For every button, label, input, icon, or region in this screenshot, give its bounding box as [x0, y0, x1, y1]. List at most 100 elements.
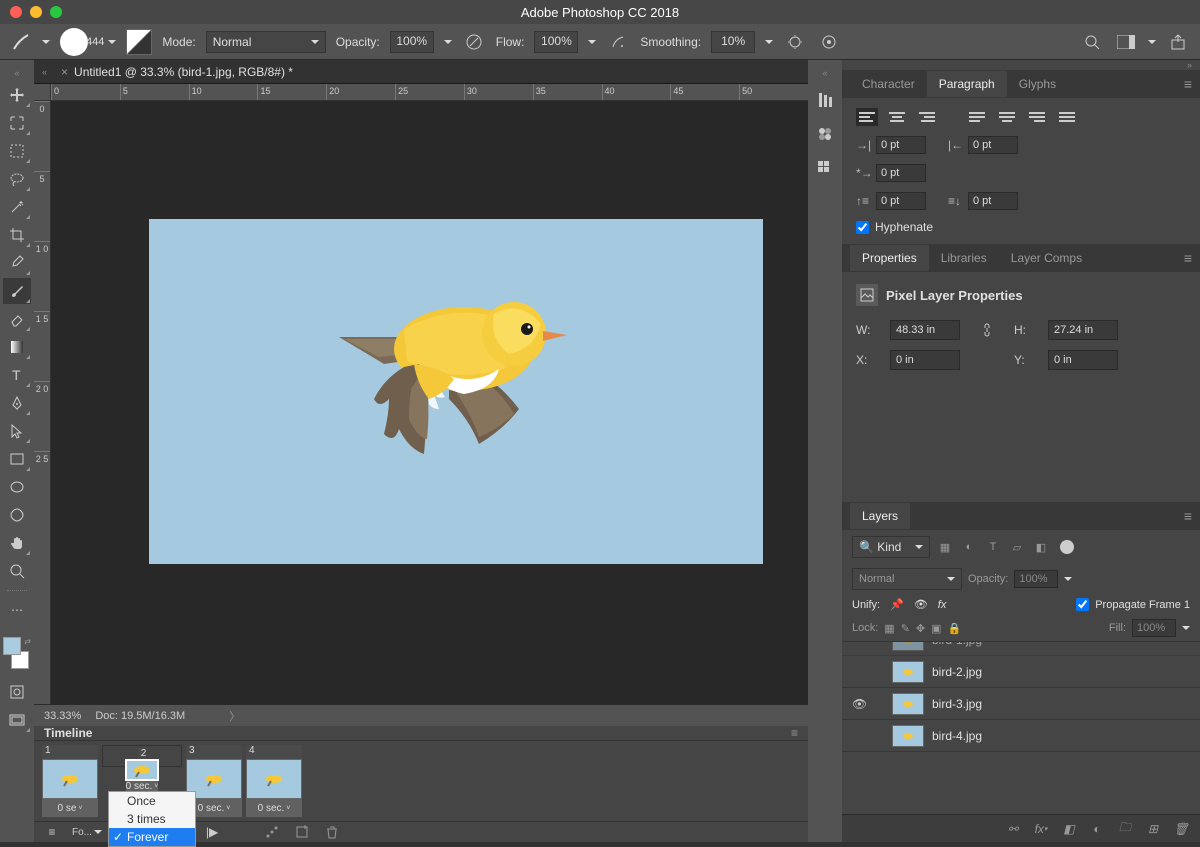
move-tool[interactable] [3, 82, 31, 108]
x-input[interactable] [890, 350, 960, 370]
timeline-frame[interactable]: 20 sec.˅ [102, 745, 182, 767]
layer-thumbnail[interactable] [892, 641, 924, 651]
smoothing-input[interactable]: 10% [711, 31, 755, 53]
loop-option-forever[interactable]: Forever [109, 828, 195, 846]
collapse-right-panels[interactable]: » [842, 60, 1200, 70]
justify-right-icon[interactable] [1026, 108, 1048, 126]
workspace-dropdown[interactable] [1148, 40, 1156, 44]
space-after-input[interactable] [968, 192, 1018, 210]
pressure-opacity-icon[interactable] [462, 30, 486, 54]
flow-input[interactable]: 100% [534, 31, 578, 53]
lock-all-icon[interactable]: 🔒 [948, 622, 962, 635]
layer-mask-icon[interactable]: ◧ [1060, 820, 1078, 838]
gradient-tool[interactable] [3, 334, 31, 360]
workspace-icon[interactable] [1114, 30, 1138, 54]
color-panel-icon[interactable] [813, 156, 837, 180]
link-layers-icon[interactable]: ⚯ [1004, 820, 1022, 838]
loop-dropdown[interactable]: Fo... [72, 822, 102, 842]
blend-mode-select[interactable]: Normal [852, 568, 962, 590]
layer-thumbnail[interactable] [892, 725, 924, 747]
pen-tool[interactable] [3, 390, 31, 416]
filter-toggle[interactable] [1060, 540, 1074, 554]
brush-tool[interactable] [3, 278, 31, 304]
ruler-vertical[interactable]: 051 01 52 02 5 [34, 101, 51, 704]
document-tab[interactable]: × Untitled1 @ 33.3% (bird-1.jpg, RGB/8#)… [53, 61, 301, 83]
hand-tool[interactable] [3, 530, 31, 556]
lock-position-icon[interactable]: ✥ [916, 622, 925, 635]
width-input[interactable] [890, 320, 960, 340]
share-icon[interactable] [1166, 30, 1190, 54]
layer-name[interactable]: bird-3.jpg [932, 697, 982, 711]
zoom-readout[interactable]: 33.33% [44, 710, 81, 722]
space-before-input[interactable] [876, 192, 926, 210]
layer-fx-icon[interactable]: fx▾ [1032, 820, 1050, 838]
panel-menu-icon[interactable]: ≡ [1184, 76, 1192, 92]
layer-thumbnail[interactable] [892, 693, 924, 715]
timeline-menu-icon[interactable]: ≡ [42, 822, 62, 842]
crop-tool[interactable] [3, 222, 31, 248]
doc-info[interactable]: Doc: 19.5M/16.3M [95, 710, 185, 722]
flow-dropdown[interactable] [588, 40, 596, 44]
collapse-tools[interactable]: « [7, 68, 27, 76]
blend-mode-select[interactable]: Normal [206, 31, 326, 53]
artboard-tool[interactable] [3, 110, 31, 136]
ruler-origin[interactable] [34, 84, 51, 101]
brush-panel-icon[interactable] [126, 29, 152, 55]
lasso-tool[interactable] [3, 166, 31, 192]
foreground-color[interactable] [3, 637, 21, 655]
loop-option-once[interactable]: Once [109, 792, 195, 810]
path-selection-tool[interactable] [3, 418, 31, 444]
tween-icon[interactable] [262, 822, 282, 842]
new-layer-icon[interactable]: ⊞ [1144, 820, 1162, 838]
filter-adjustment-icon[interactable]: ◐ [960, 538, 978, 556]
eraser-tool[interactable] [3, 306, 31, 332]
canvas[interactable] [149, 219, 763, 564]
first-line-indent-input[interactable] [876, 164, 926, 182]
ruler-horizontal[interactable]: 05101520253035404550 [51, 84, 808, 101]
propagate-checkbox[interactable]: Propagate Frame 1 [1076, 598, 1190, 611]
brush-size-swatch[interactable] [60, 28, 88, 56]
panel-menu-icon[interactable]: ≡ [1184, 508, 1192, 524]
align-left-icon[interactable] [856, 108, 878, 126]
tab-paragraph[interactable]: Paragraph [927, 71, 1007, 97]
unify-visibility-icon[interactable]: 👁 [914, 598, 928, 611]
layer-thumbnail[interactable] [892, 661, 924, 683]
quick-mask-icon[interactable] [3, 679, 31, 705]
brush-preset-dropdown[interactable] [42, 40, 50, 44]
color-swatches[interactable]: ⇄ [3, 637, 31, 669]
tab-glyphs[interactable]: Glyphs [1007, 71, 1068, 97]
pressure-size-icon[interactable] [817, 30, 841, 54]
custom-shape-tool[interactable] [3, 502, 31, 528]
new-frame-icon[interactable] [292, 822, 312, 842]
smoothing-options-icon[interactable] [783, 30, 807, 54]
indent-left-input[interactable] [876, 136, 926, 154]
eyedropper-tool[interactable] [3, 250, 31, 276]
height-input[interactable] [1048, 320, 1118, 340]
adjustment-layer-icon[interactable]: ◐ [1088, 820, 1106, 838]
ellipse-tool[interactable] [3, 474, 31, 500]
brush-size-dropdown[interactable] [108, 40, 116, 44]
tab-layers[interactable]: Layers [850, 503, 910, 529]
magic-wand-tool[interactable] [3, 194, 31, 220]
layer-filter-select[interactable]: 🔍 Kind [852, 536, 930, 558]
zoom-tool[interactable] [3, 558, 31, 584]
align-center-icon[interactable] [886, 108, 908, 126]
loop-option-3times[interactable]: 3 times [109, 810, 195, 828]
delete-frame-icon[interactable] [322, 822, 342, 842]
expand-panels[interactable]: « [822, 68, 827, 78]
visibility-icon[interactable]: 👁 [852, 697, 866, 711]
layer-row[interactable]: bird-1.jpg [842, 641, 1200, 656]
type-tool[interactable]: T [3, 362, 31, 388]
tab-libraries[interactable]: Libraries [929, 245, 999, 271]
brush-preset-icon[interactable] [10, 31, 32, 53]
layer-name[interactable]: bird-1.jpg [932, 641, 982, 647]
minimize-window[interactable] [30, 6, 42, 18]
brushes-panel-icon[interactable] [813, 88, 837, 112]
unify-position-icon[interactable]: 📌 [890, 598, 904, 611]
timeline-frame[interactable]: 10 se˅ [42, 745, 98, 817]
collapse-tabs[interactable]: « [42, 67, 47, 77]
fill-input[interactable] [1132, 619, 1176, 637]
align-right-icon[interactable] [916, 108, 938, 126]
edit-toolbar[interactable]: ⋯ [3, 597, 31, 623]
filter-type-icon[interactable]: T [984, 538, 1002, 556]
